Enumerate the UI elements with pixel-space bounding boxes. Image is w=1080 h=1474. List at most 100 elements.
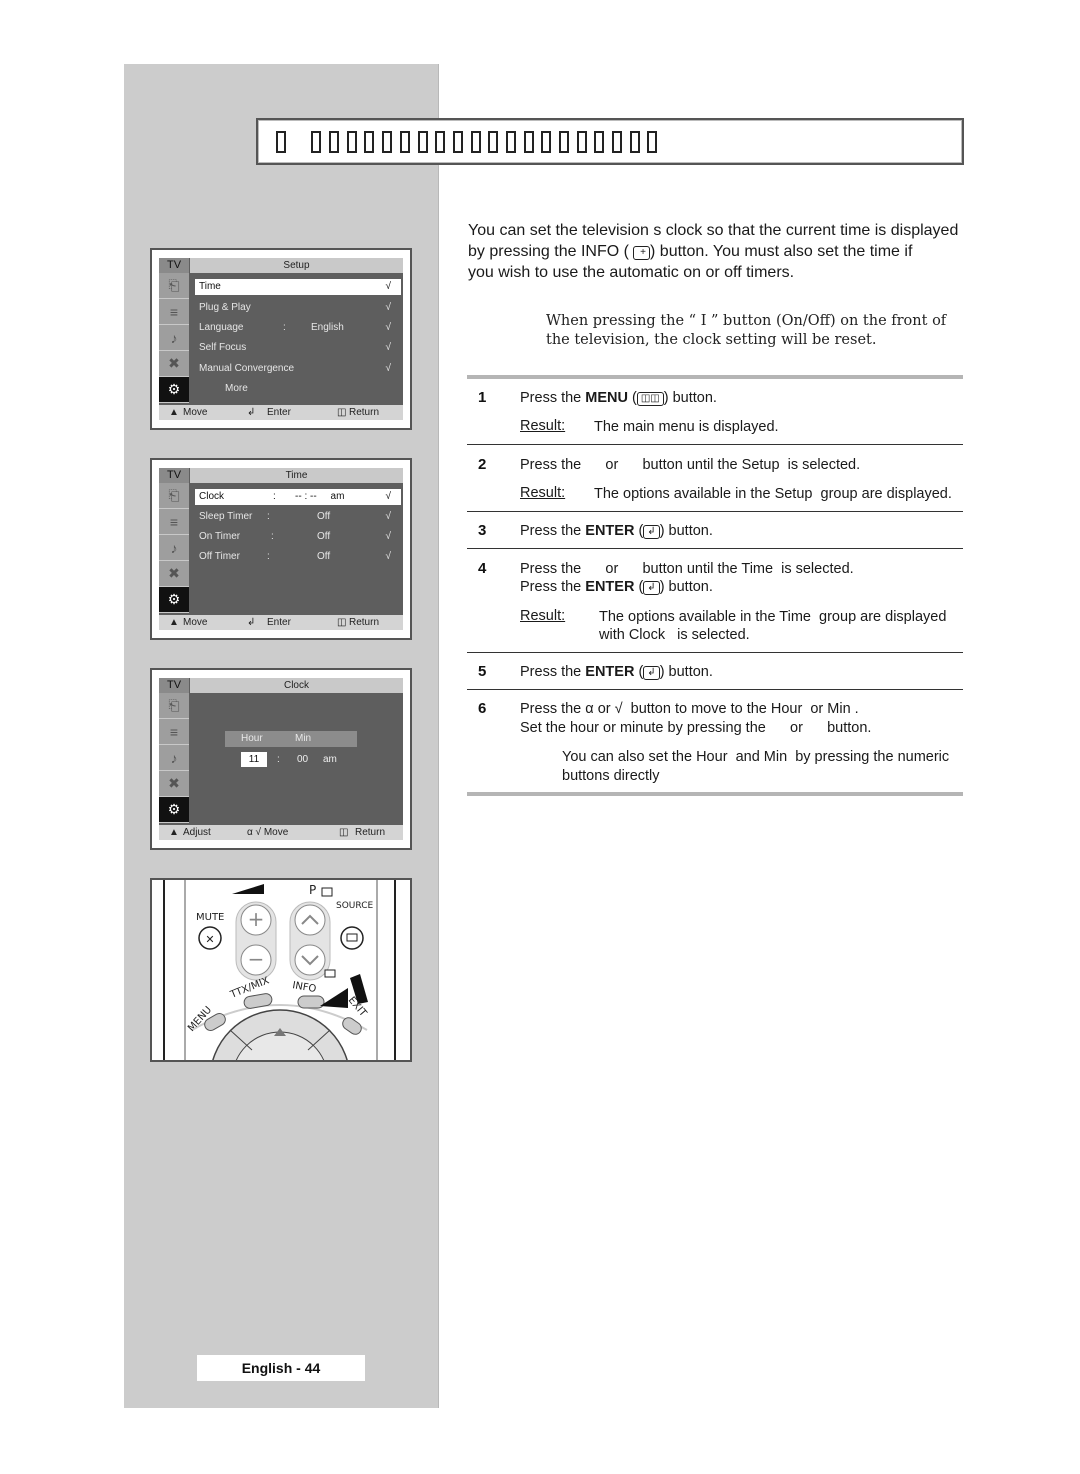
osd-row-sleep-timer[interactable]: Sleep Timer: Off √ — [195, 509, 401, 525]
osd-title: Time — [190, 468, 403, 483]
channel-satellite-icon[interactable]: ✖ — [159, 561, 189, 587]
osd-row-sep: : — [273, 491, 276, 502]
sound-icon[interactable]: ♪ — [159, 325, 189, 351]
osd-row-value: Off — [317, 531, 331, 542]
picture-icon[interactable]: ≡ — [159, 719, 189, 745]
check-icon: √ — [385, 491, 392, 502]
osd-tv-label: TV — [159, 678, 189, 693]
antenna-input-icon[interactable]: ⎗ — [159, 273, 189, 299]
osd-row-label: Plug & Play — [199, 302, 251, 313]
osd-row-self-focus[interactable]: Self Focus √ — [195, 340, 401, 356]
ampm-field[interactable]: am — [323, 752, 337, 768]
osd-row-off-timer[interactable]: Off Timer: Off √ — [195, 549, 401, 565]
setup-sliders-icon[interactable]: ⚙ — [159, 587, 189, 613]
title-glyph-box — [541, 131, 552, 153]
tip-text: buttons directly — [562, 768, 660, 784]
remote-drawing: + − P MUTE ✕ SOURCE TTX/MIX INFO MENU EX… — [163, 880, 396, 1060]
result-text: The options available in the Time group … — [599, 609, 947, 625]
intro-line: by pressing the INFO ( +) button. You mu… — [468, 241, 973, 262]
min-field[interactable]: 00 — [297, 752, 308, 768]
osd-row-on-timer[interactable]: On Timer: Off √ — [195, 529, 401, 545]
channel-down-button — [294, 944, 326, 976]
title-glyph-box — [647, 131, 658, 153]
osd-tv-label: TV — [159, 258, 189, 273]
osd-row-label: Self Focus — [199, 342, 247, 353]
step-2-text: Press the or button until the Setup is s… — [520, 457, 861, 473]
step-text-part: ) button. — [663, 390, 717, 406]
title-glyph-box — [329, 131, 340, 153]
step-text-part: Press the — [520, 390, 586, 406]
sound-icon[interactable]: ♪ — [159, 535, 189, 561]
step-number: 1 — [478, 389, 487, 406]
step-3-text: Press the ENTER (↲) button. — [520, 522, 713, 540]
title-glyph-box — [276, 131, 286, 153]
title-glyph-box — [470, 131, 481, 153]
picture-icon[interactable]: ≡ — [159, 509, 189, 535]
osd-tv-label: TV — [159, 468, 189, 483]
check-icon: √ — [385, 281, 392, 292]
title-glyph-box — [505, 131, 516, 153]
osd-row-clock[interactable]: Clock: -- : -- am √ — [195, 489, 401, 505]
step-number: 4 — [478, 560, 487, 577]
check-icon: √ — [385, 363, 392, 374]
picture-icon[interactable]: ≡ — [159, 299, 189, 325]
step-6-text-2: Set the hour or minute by pressing the o… — [520, 720, 872, 736]
hour-field[interactable]: 11 — [241, 752, 267, 767]
channel-satellite-icon[interactable]: ✖ — [159, 351, 189, 377]
antenna-input-icon[interactable]: ⎗ — [159, 483, 189, 509]
menu-icon: ◫◫ — [636, 392, 664, 406]
title-glyph-box — [399, 131, 410, 153]
hour-label: Hour — [241, 733, 263, 744]
sound-icon[interactable]: ♪ — [159, 745, 189, 771]
svg-text:+: + — [248, 907, 265, 931]
title-glyph-box — [488, 131, 499, 153]
step-text-part: ) button. — [659, 664, 713, 680]
osd-row-time[interactable]: Time √ — [195, 279, 401, 295]
osd-category-icons: ⎗ ≡ ♪ ✖ ⚙ — [159, 693, 189, 823]
updown-icon: ▲︎ — [169, 617, 179, 628]
intro-paragraph: You can set the television s clock so th… — [468, 220, 973, 283]
osd-row-label: Off Timer — [199, 551, 240, 562]
note-line: When pressing the “ I ” button (On/Off) … — [546, 313, 947, 329]
check-icon: √ — [385, 531, 392, 542]
setup-sliders-icon[interactable]: ⚙ — [159, 377, 189, 403]
setup-sliders-icon[interactable]: ⚙ — [159, 797, 189, 823]
osd-row-more[interactable]: More — [195, 381, 401, 397]
note-text: When pressing the “ I ” button (On/Off) … — [546, 312, 966, 350]
title-glyph-box — [612, 131, 623, 153]
osd-row-language[interactable]: Language: English √ — [195, 320, 401, 336]
footer-adjust: Adjust — [183, 827, 211, 838]
check-icon: √ — [385, 302, 392, 313]
osd-time-screen: TV Time ⎗ ≡ ♪ ✖ ⚙ Clock: -- : -- am √ Sleep Ti… — [150, 458, 412, 640]
title-glyph-box — [576, 131, 587, 153]
osd-category-icons: ⎗ ≡ ♪ ✖ ⚙ — [159, 273, 189, 403]
updown-icon: ▲︎ — [169, 827, 179, 838]
title-glyph-box — [417, 131, 428, 153]
osd-setup-screen: TV Setup ⎗ ≡ ♪ ✖ ⚙ Time √ Plug & Play √ Langua… — [150, 248, 412, 430]
osd-row-value: Off — [317, 551, 331, 562]
title-glyph-box — [382, 131, 393, 153]
step-6-text: Press the α or √ button to move to the H… — [520, 701, 859, 717]
footer-return: Return — [355, 827, 386, 838]
info-button — [297, 995, 325, 1009]
osd-row-label: Language — [199, 322, 244, 333]
step-4-text: Press the or button until the Time is se… — [520, 561, 854, 577]
antenna-input-icon[interactable]: ⎗ — [159, 693, 189, 719]
result-text: with Clock is selected. — [599, 627, 750, 643]
enter-icon: ↲ — [643, 525, 660, 539]
title-glyph-box — [364, 131, 375, 153]
osd-row-manual-convergence[interactable]: Manual Convergence √ — [195, 361, 401, 377]
channel-satellite-icon[interactable]: ✖ — [159, 771, 189, 797]
result-text: The options available in the Setup group… — [594, 486, 952, 502]
intro-line: You can set the television s clock so th… — [468, 222, 959, 239]
page-number: English - 44 — [197, 1355, 365, 1381]
menu-keyword: MENU — [585, 390, 628, 406]
source-button — [340, 926, 364, 950]
osd-row-label: Manual Convergence — [199, 363, 295, 374]
footer-enter: Enter — [267, 617, 291, 628]
title-glyph-box — [311, 131, 322, 153]
step-text-part: ( — [627, 390, 637, 406]
page-title-missing-glyphs — [276, 131, 665, 153]
osd-row-plug-play[interactable]: Plug & Play √ — [195, 300, 401, 316]
pointer-arrow — [320, 988, 348, 1008]
